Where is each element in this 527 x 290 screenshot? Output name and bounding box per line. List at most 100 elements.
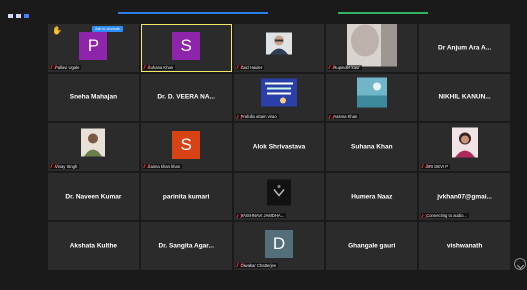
ask-to-unmute-button[interactable]: Ask to Unmute	[92, 26, 123, 32]
participant-video	[265, 32, 292, 59]
participant-label: VAISHNAVI JAMDHA...	[235, 213, 287, 219]
participant-name: Alok Shrivastava	[252, 143, 306, 151]
speaker-view-icon[interactable]	[8, 14, 13, 18]
muted-mic-icon	[422, 65, 426, 69]
top-divider	[118, 12, 268, 14]
participant-video	[356, 77, 387, 113]
view-mode-icons[interactable]	[8, 14, 29, 18]
participant-video	[81, 128, 106, 162]
participant-tile[interactable]: Sneha Mahajan	[48, 73, 139, 122]
participant-label-text: VAISHNAVI JAMDHA...	[240, 213, 285, 219]
participant-grid: P ✋ Ask to Unmute Pallavi Ugale S Suhana Khan…	[48, 24, 510, 270]
participant-name: Dr. Sangita Agar...	[158, 242, 214, 250]
muted-mic-icon	[329, 263, 333, 267]
participant-label: Connecting to audio...	[421, 213, 469, 219]
participant-label: Rupinder kaur	[328, 64, 362, 70]
participant-tile[interactable]: Zaid Haider	[233, 24, 325, 72]
muted-mic-icon	[51, 263, 55, 267]
muted-mic-icon	[422, 263, 426, 267]
participant-tile[interactable]: Humera Naaz	[326, 172, 418, 221]
participant-label: Pallavi Ugale	[50, 64, 82, 70]
avatar: S	[172, 31, 201, 60]
participant-tile[interactable]: Aasma Khan	[326, 73, 418, 122]
participant-tile[interactable]: VAISHNAVI JAMDHA...	[233, 172, 325, 221]
participant-label-text: Saima khan khan	[147, 163, 181, 169]
participant-tile[interactable]: Prafulla uttam virao	[233, 73, 325, 122]
muted-mic-icon	[329, 115, 332, 119]
participant-tile[interactable]: NIKHIL KANUN...	[419, 73, 510, 122]
participant-name: Suhana Khan	[351, 143, 393, 151]
participant-label-text: Rupinder kaur	[333, 64, 360, 70]
meeting-controls-bar	[0, 274, 527, 290]
participant-label-text: Prafulla uttam virao	[240, 114, 277, 120]
participant-name: parinita kumari	[162, 193, 210, 201]
raised-hand-icon: ✋	[52, 26, 62, 35]
participant-name: Dr. D. VEERA NA...	[157, 93, 215, 101]
participant-video	[260, 78, 297, 112]
muted-mic-icon	[51, 65, 54, 69]
muted-mic-icon	[237, 214, 240, 218]
participant-name: NIKHIL KANUN...	[438, 93, 491, 101]
muted-mic-icon	[422, 214, 425, 218]
participant-tile[interactable]: Rupinder kaur	[326, 24, 418, 72]
participant-tile[interactable]: Dr Anjum Ara A...	[419, 24, 510, 72]
muted-mic-icon	[237, 263, 240, 267]
muted-mic-icon	[329, 65, 332, 69]
muted-mic-icon	[237, 65, 240, 69]
avatar: D	[264, 230, 293, 259]
muted-mic-icon	[144, 114, 148, 118]
muted-mic-icon	[422, 164, 425, 168]
muted-mic-icon	[144, 65, 147, 69]
muted-mic-icon	[237, 115, 240, 119]
grid-view-icon[interactable]	[24, 14, 29, 18]
next-page-button[interactable]	[514, 258, 526, 270]
participant-tile[interactable]: P ✋ Ask to Unmute Pallavi Ugale	[48, 24, 139, 72]
participant-tile[interactable]: Alok Shrivastava	[233, 123, 325, 171]
muted-mic-icon	[422, 114, 426, 118]
participant-tile[interactable]: Dr. Naveen Kumar	[48, 172, 139, 221]
participant-tile[interactable]: Vinay Singh	[48, 123, 139, 171]
participant-label: SRI DEVI P	[421, 163, 451, 169]
participant-label-text: SRI DEVI P	[426, 163, 449, 169]
participant-tile[interactable]: S Saima khan khan	[140, 123, 232, 171]
participant-tile[interactable]: Ghangale gauri	[326, 222, 418, 270]
participant-tile[interactable]: Suhana Khan	[326, 123, 418, 171]
participant-label: Aasma Khan	[328, 114, 360, 120]
participant-tile[interactable]: D Diwakar Chatterjee	[233, 222, 325, 270]
muted-mic-icon	[144, 164, 147, 168]
participant-name: Akshata Kulthe	[69, 242, 118, 250]
avatar: P	[79, 31, 108, 60]
participant-tile[interactable]: jvkhan07@gmai... Connecting to audio...	[419, 172, 510, 221]
participant-name: Dr Anjum Ara A...	[438, 44, 492, 52]
muted-mic-icon	[329, 164, 333, 168]
participant-label: Prafulla uttam virao	[235, 114, 279, 120]
participant-name: Humera Naaz	[351, 193, 393, 201]
participant-name: Sneha Mahajan	[69, 93, 118, 101]
participant-tile[interactable]: S Suhana Khan	[140, 24, 232, 72]
participant-video	[451, 127, 478, 163]
participant-label: Zaid Haider	[235, 64, 265, 70]
participant-label-text: Aasma Khan	[333, 114, 358, 120]
participant-label-text: Diwakar Chatterjee	[240, 262, 277, 268]
participant-tile[interactable]: Dr. D. VEERA NA...	[140, 73, 232, 122]
participant-tile[interactable]: SRI DEVI P	[419, 123, 510, 171]
participant-label-text: Suhana Khan	[147, 64, 174, 70]
participant-label-text: Pallavi Ugale	[55, 64, 80, 70]
muted-mic-icon	[329, 213, 333, 217]
participant-tile[interactable]: vishwanath	[419, 222, 510, 270]
participant-label: Suhana Khan	[142, 64, 176, 70]
muted-mic-icon	[144, 213, 148, 217]
gallery-view-icon[interactable]	[16, 14, 21, 18]
participant-tile[interactable]: Dr. Sangita Agar...	[140, 222, 232, 270]
participant-tile[interactable]: Akshata Kulthe	[48, 222, 139, 270]
participant-label: Vinay Singh	[50, 163, 80, 169]
participant-label-text: Vinay Singh	[55, 163, 78, 169]
participant-name: Dr. Naveen Kumar	[65, 193, 122, 201]
participant-label-text: Zaid Haider	[240, 64, 263, 70]
muted-mic-icon	[51, 164, 54, 168]
muted-mic-icon	[51, 213, 55, 217]
participant-label: Diwakar Chatterjee	[235, 262, 279, 268]
muted-mic-icon	[51, 114, 55, 118]
participant-tile[interactable]: parinita kumari	[140, 172, 232, 221]
avatar: S	[172, 131, 201, 160]
